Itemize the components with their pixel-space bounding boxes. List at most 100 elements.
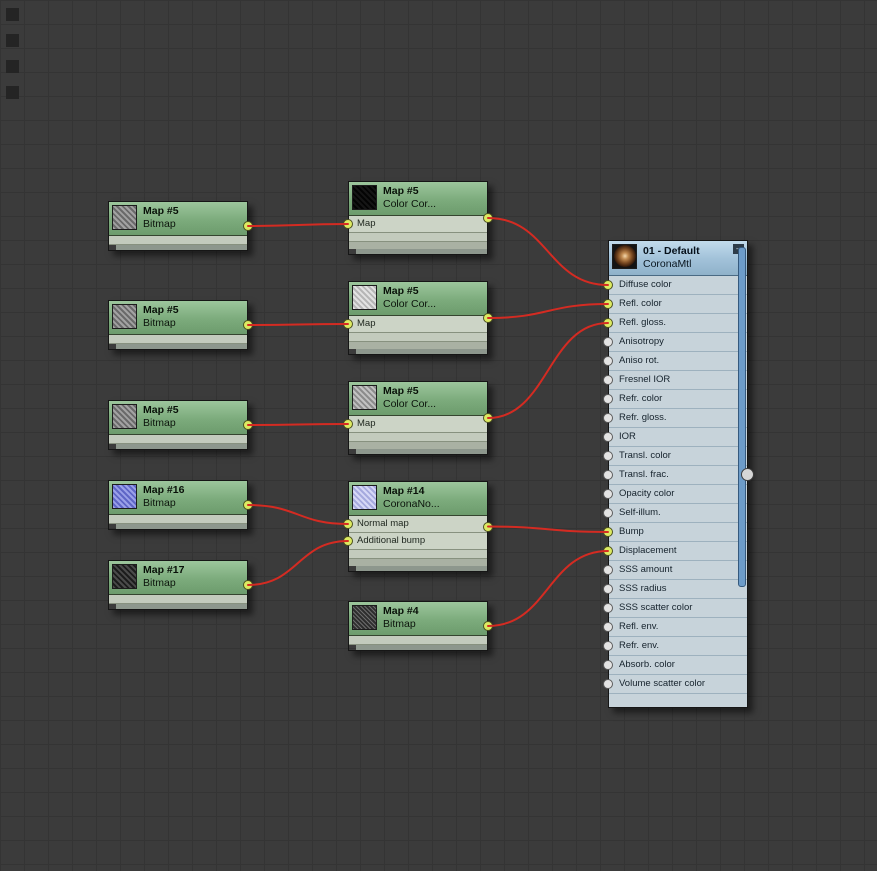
node-header[interactable]: 01 - DefaultCoronaMtl–	[609, 241, 747, 276]
slot-refl-env[interactable]: Refl. env.	[603, 618, 747, 637]
slot-map[interactable]: Map	[343, 316, 487, 333]
slot-volume-scatter-color[interactable]: Volume scatter color	[603, 675, 747, 694]
connection-wire	[487, 550, 609, 627]
slot-map[interactable]: Map	[343, 216, 487, 233]
slot-transl-color[interactable]: Transl. color	[603, 447, 747, 466]
input-socket[interactable]	[343, 219, 353, 229]
input-socket[interactable]	[603, 546, 613, 556]
node-header[interactable]: Map #5 Bitmap	[109, 301, 247, 335]
node-b2[interactable]: Map #5 Bitmap	[108, 300, 253, 350]
node-cc1[interactable]: Map #5 Color Cor... Map	[343, 181, 493, 255]
input-socket[interactable]	[603, 660, 613, 670]
slot-absorb-color[interactable]: Absorb. color	[603, 656, 747, 675]
slot-additional-bump[interactable]: Additional bump	[343, 533, 487, 550]
slot-anisotropy[interactable]: Anisotropy	[603, 333, 747, 352]
input-socket[interactable]	[343, 419, 353, 429]
slot-aniso-rot[interactable]: Aniso rot.	[603, 352, 747, 371]
input-socket[interactable]	[603, 641, 613, 651]
node-b3[interactable]: Map #5 Bitmap	[108, 400, 253, 450]
slot-refl-color[interactable]: Refl. color	[603, 295, 747, 314]
slot-transl-frac[interactable]: Transl. frac.	[603, 466, 747, 485]
resize-handle[interactable]	[741, 468, 754, 481]
slot-refr-color[interactable]: Refr. color	[603, 390, 747, 409]
output-socket[interactable]	[483, 521, 493, 532]
node-b17[interactable]: Map #17 Bitmap	[108, 560, 253, 610]
node-subtitle: Bitmap	[143, 317, 176, 329]
slot-sss-radius[interactable]: SSS radius	[603, 580, 747, 599]
slot-self-illum[interactable]: Self-illum.	[603, 504, 747, 523]
input-socket[interactable]	[343, 536, 353, 546]
node-header[interactable]: Map #5 Bitmap	[109, 401, 247, 435]
slot-label: Displacement	[619, 545, 677, 556]
slot-sss-scatter-color[interactable]: SSS scatter color	[603, 599, 747, 618]
slot-opacity-color[interactable]: Opacity color	[603, 485, 747, 504]
output-socket[interactable]	[243, 420, 253, 430]
input-socket[interactable]	[603, 565, 613, 575]
output-socket[interactable]	[243, 580, 253, 590]
node-header[interactable]: Map #14 CoronaNo...	[349, 482, 487, 516]
slot-map[interactable]: Map	[343, 416, 487, 433]
input-socket[interactable]	[603, 394, 613, 404]
slot-sss-amount[interactable]: SSS amount	[603, 561, 747, 580]
node-header[interactable]: Map #5 Color Cor...	[349, 182, 487, 216]
output-socket[interactable]	[483, 213, 493, 223]
input-socket[interactable]	[603, 280, 613, 290]
collapsed-node-marker	[6, 8, 19, 21]
slot-ior[interactable]: IOR	[603, 428, 747, 447]
slot-label: Bump	[619, 526, 644, 537]
slot-normal-map[interactable]: Normal map	[343, 516, 487, 533]
input-socket[interactable]	[603, 584, 613, 594]
input-socket[interactable]	[603, 318, 613, 328]
input-socket[interactable]	[343, 319, 353, 329]
slot-refl-gloss[interactable]: Refl. gloss.	[603, 314, 747, 333]
node-b1[interactable]: Map #5 Bitmap	[108, 201, 253, 251]
node-header[interactable]: Map #5 Bitmap	[109, 202, 247, 236]
node-header[interactable]: Map #16 Bitmap	[109, 481, 247, 515]
input-socket[interactable]	[603, 622, 613, 632]
input-socket[interactable]	[603, 489, 613, 499]
input-socket[interactable]	[603, 375, 613, 385]
slot-label: Map	[357, 218, 376, 229]
input-socket[interactable]	[603, 451, 613, 461]
node-cc2[interactable]: Map #5 Color Cor... Map	[343, 281, 493, 355]
input-socket[interactable]	[603, 413, 613, 423]
node-thumbnail	[352, 285, 377, 310]
node-cc3[interactable]: Map #5 Color Cor... Map	[343, 381, 493, 455]
input-socket[interactable]	[603, 299, 613, 309]
connection-wire	[247, 423, 349, 426]
slot-diffuse-color[interactable]: Diffuse color	[603, 276, 747, 295]
input-socket[interactable]	[343, 519, 353, 529]
slot-refr-gloss[interactable]: Refr. gloss.	[603, 409, 747, 428]
input-socket[interactable]	[603, 356, 613, 366]
input-socket[interactable]	[603, 603, 613, 613]
input-socket[interactable]	[603, 679, 613, 689]
input-socket[interactable]	[603, 337, 613, 347]
slate-node-graph[interactable]: Map #5 Bitmap Map #5 Bitmap Map #5 Bitmap Map …	[0, 0, 877, 871]
slot-bump[interactable]: Bump	[603, 523, 747, 542]
node-header[interactable]: Map #4 Bitmap	[349, 602, 487, 636]
node-header[interactable]: Map #17 Bitmap	[109, 561, 247, 595]
node-header[interactable]: Map #5 Color Cor...	[349, 382, 487, 416]
input-socket[interactable]	[603, 527, 613, 537]
node-thumbnail	[112, 564, 137, 589]
node-mtl[interactable]: 01 - DefaultCoronaMtl– Diffuse color Refl.…	[603, 240, 754, 708]
input-socket[interactable]	[603, 470, 613, 480]
slot-refr-env[interactable]: Refr. env.	[603, 637, 747, 656]
slot-fresnel-ior[interactable]: Fresnel IOR	[603, 371, 747, 390]
node-b4[interactable]: Map #4 Bitmap	[348, 601, 493, 651]
node-b16[interactable]: Map #16 Bitmap	[108, 480, 253, 530]
output-socket[interactable]	[243, 500, 253, 510]
node-thumbnail	[112, 304, 137, 329]
node-n14[interactable]: Map #14 CoronaNo... Normal map Additional b…	[343, 481, 493, 572]
output-socket[interactable]	[483, 413, 493, 423]
output-socket[interactable]	[243, 320, 253, 330]
output-socket[interactable]	[483, 621, 493, 631]
collapsed-node-marker	[6, 60, 19, 73]
input-socket[interactable]	[603, 508, 613, 518]
output-socket[interactable]	[483, 313, 493, 323]
output-socket[interactable]	[243, 221, 253, 231]
scrollbar[interactable]	[738, 247, 746, 587]
node-header[interactable]: Map #5 Color Cor...	[349, 282, 487, 316]
slot-displacement[interactable]: Displacement	[603, 542, 747, 561]
input-socket[interactable]	[603, 432, 613, 442]
